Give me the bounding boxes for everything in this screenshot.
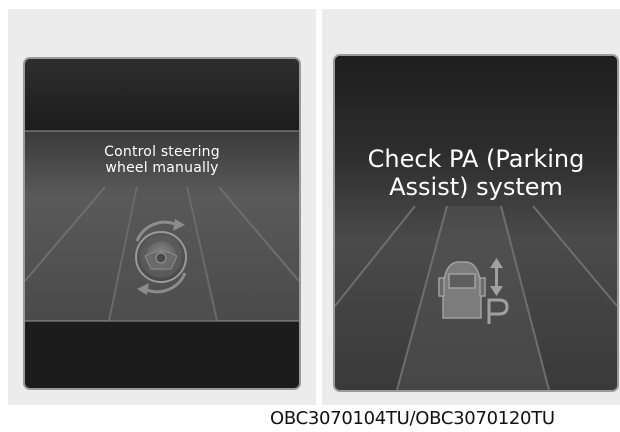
steering-wheel-icon	[135, 231, 187, 283]
steering-message-line1: Control steering	[104, 144, 220, 160]
cluster-display-parking-assist: Check PA (Parking Assist) system	[333, 54, 619, 392]
steering-display-graphic	[25, 59, 299, 388]
cluster-display-steering: Control steering wheel manually	[23, 57, 301, 390]
parking-display-graphic	[335, 56, 617, 390]
figure-caption: OBC3070104TU/OBC3070120TU	[270, 408, 555, 429]
steering-message: Control steering wheel manually	[25, 144, 299, 176]
parking-assist-message: Check PA (Parking Assist) system	[335, 145, 617, 201]
parking-message-line2: Assist) system	[389, 172, 563, 201]
steering-message-line2: wheel manually	[105, 160, 219, 177]
parking-message-line1: Check PA (Parking	[367, 145, 585, 173]
